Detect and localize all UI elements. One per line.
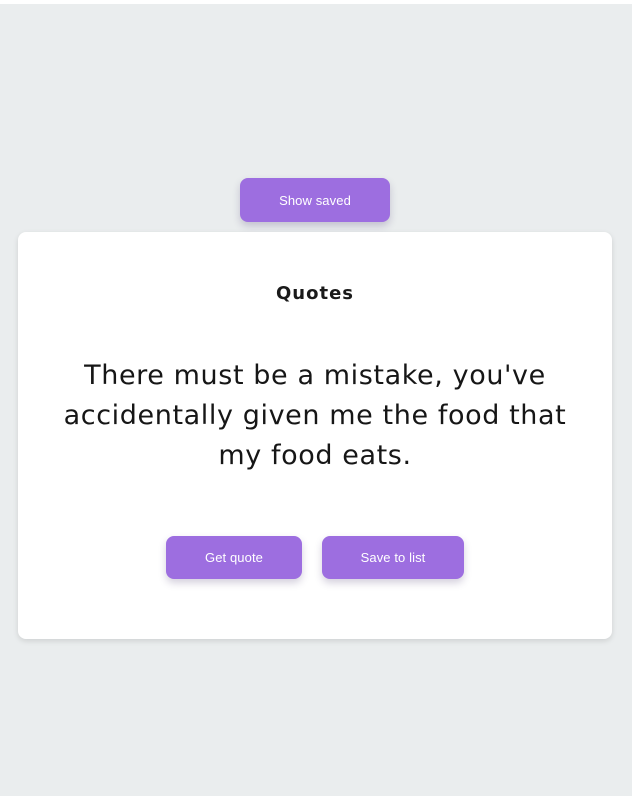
save-to-list-button[interactable]: Save to list	[322, 536, 464, 579]
quote-text: There must be a mistake, you've accident…	[63, 360, 567, 471]
get-quote-button[interactable]: Get quote	[166, 536, 302, 579]
quote-card: Quotes There must be a mistake, you've a…	[18, 232, 612, 639]
page-background: Show saved Quotes There must be a mistak…	[0, 4, 632, 796]
card-title: Quotes	[275, 283, 354, 304]
show-saved-button[interactable]: Show saved	[240, 178, 390, 222]
